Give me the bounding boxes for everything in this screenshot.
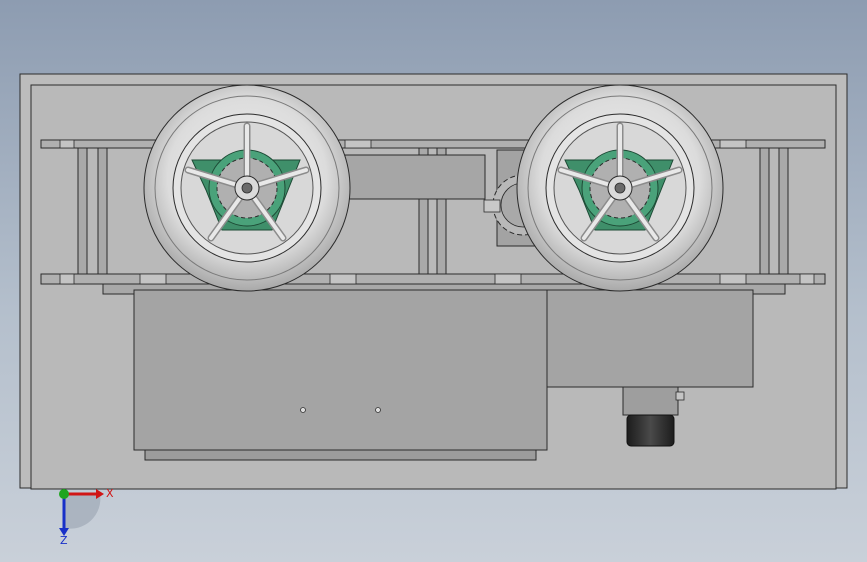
z-axis-label: Z [60,534,68,546]
y-axis-dot [59,489,69,499]
bolt-hole [375,407,381,413]
triad-shadow [64,494,101,529]
axis-triad: X Z [59,487,114,546]
bolt-hole [300,407,306,413]
right-wheel [516,84,724,292]
x-axis-label: X [106,487,114,500]
left-wheel [143,84,351,292]
model-viewport[interactable] [0,0,867,562]
